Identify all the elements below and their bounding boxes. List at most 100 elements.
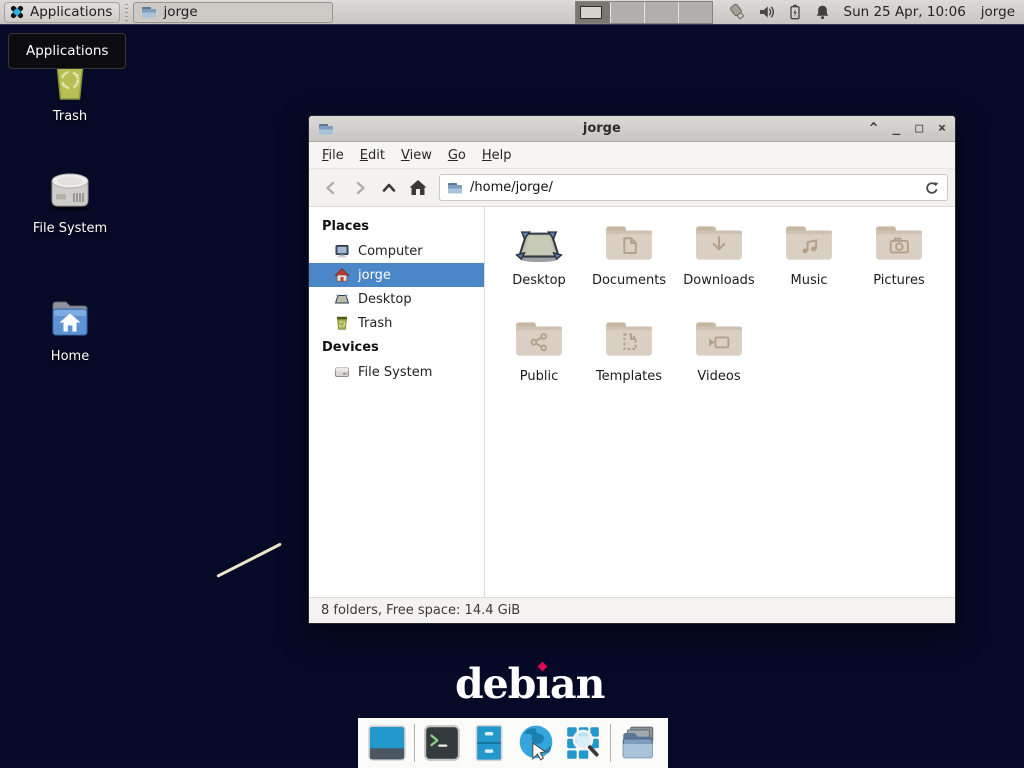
terminal-icon <box>422 723 462 763</box>
downloads-folder-icon <box>694 222 744 264</box>
debian-logo-text: an <box>550 660 604 708</box>
templates-folder-icon <box>604 318 654 360</box>
sidebar-item-desktop[interactable]: Desktop <box>309 287 484 311</box>
up-button[interactable] <box>374 174 403 202</box>
sidebar-item-trash[interactable]: Trash <box>309 311 484 335</box>
house-icon <box>334 267 350 283</box>
dock-folder-button[interactable] <box>618 723 658 763</box>
home-button[interactable] <box>403 174 432 202</box>
folder-label: Music <box>791 273 828 288</box>
pen-stroke-line <box>216 542 282 577</box>
workspace-window-thumb <box>580 6 602 19</box>
sidebar-item-label: Trash <box>358 316 392 331</box>
folder-item-videos[interactable]: Videos <box>674 318 764 414</box>
close-button[interactable]: × <box>938 122 946 135</box>
notification-bell-icon[interactable] <box>814 3 831 21</box>
user-menu[interactable]: jorge <box>981 4 1015 20</box>
workspace-3[interactable] <box>644 2 678 23</box>
sidebar-item-label: File System <box>358 365 432 380</box>
debian-logo: debıan <box>455 660 604 708</box>
statusbar: 8 folders, Free space: 14.4 GiB <box>309 597 955 623</box>
workspace-switcher[interactable] <box>575 1 713 24</box>
statusbar-text: 8 folders, Free space: 14.4 GiB <box>321 603 520 618</box>
folder-label: Public <box>520 369 558 384</box>
desktop-icon-label: Home <box>51 349 89 364</box>
back-button[interactable] <box>316 174 345 202</box>
applications-tooltip: Applications <box>8 33 126 69</box>
shade-button[interactable]: ^ <box>870 122 878 135</box>
workspace-1[interactable] <box>576 2 610 23</box>
folder-item-pictures[interactable]: Pictures <box>854 222 944 318</box>
titlebar[interactable]: jorge ^ _ □ × <box>309 116 955 142</box>
sidebar-item-computer[interactable]: Computer <box>309 239 484 263</box>
dock-terminal-button[interactable] <box>422 723 462 763</box>
folder-label: Desktop <box>512 273 566 288</box>
window-folder-icon <box>318 121 334 137</box>
applications-menu-label: Applications <box>30 4 112 20</box>
desktop-icon <box>334 291 350 307</box>
menu-file[interactable]: File <box>314 144 352 167</box>
desktop-icon-home[interactable]: Home <box>10 294 130 364</box>
home-folder-icon <box>46 294 94 342</box>
menu-go[interactable]: Go <box>440 144 474 167</box>
folder-label: Videos <box>697 369 740 384</box>
harddrive-icon <box>334 364 350 380</box>
dock-file-manager-button[interactable] <box>469 723 509 763</box>
path-bar[interactable]: /home/jorge/ <box>439 174 948 201</box>
workspace-2[interactable] <box>610 2 644 23</box>
folder-stack-icon <box>618 723 658 763</box>
menu-view[interactable]: View <box>393 144 440 167</box>
sidebar-item-label: Desktop <box>358 292 412 307</box>
file-manager-window: jorge ^ _ □ × File Edit View Go Help <box>308 115 956 624</box>
sidebar-item-label: jorge <box>358 268 391 283</box>
file-cabinet-icon <box>469 723 509 763</box>
desktop-icon-filesystem[interactable]: File System <box>10 164 130 236</box>
public-folder-icon <box>514 318 564 360</box>
window-controls: ^ _ □ × <box>870 122 946 135</box>
up-arrow-icon <box>380 179 398 197</box>
desktop-icon-label: File System <box>33 221 107 236</box>
system-tray <box>728 3 831 21</box>
home-icon <box>408 178 428 197</box>
menu-help[interactable]: Help <box>474 144 520 167</box>
xfce-logo-icon <box>9 4 25 20</box>
app-finder-icon <box>563 723 603 763</box>
documents-folder-icon <box>604 222 654 264</box>
panel-handle[interactable] <box>123 4 130 21</box>
menu-edit[interactable]: Edit <box>352 144 393 167</box>
folder-item-downloads[interactable]: Downloads <box>674 222 764 318</box>
dock-separator <box>610 724 611 762</box>
menubar: File Edit View Go Help <box>309 142 955 168</box>
folder-item-documents[interactable]: Documents <box>584 222 674 318</box>
minimize-button[interactable]: _ <box>893 122 901 135</box>
battery-icon[interactable] <box>787 3 803 21</box>
taskbar-window-button[interactable]: jorge <box>133 2 333 23</box>
volume-icon[interactable] <box>758 3 776 21</box>
dock-web-browser-button[interactable] <box>516 723 556 763</box>
folder-item-music[interactable]: Music <box>764 222 854 318</box>
toolbar: /home/jorge/ <box>309 168 955 207</box>
path-text[interactable]: /home/jorge/ <box>470 180 917 195</box>
dock-app-finder-button[interactable] <box>563 723 603 763</box>
sidebar-item-jorge[interactable]: jorge <box>309 263 484 287</box>
sidebar-devices-header: Devices <box>309 335 484 360</box>
window-body: Places Computer jorge <box>309 207 955 597</box>
reload-icon[interactable] <box>924 180 940 196</box>
folder-item-templates[interactable]: Templates <box>584 318 674 414</box>
workspace-4[interactable] <box>678 2 712 23</box>
clock[interactable]: Sun 25 Apr, 10:06 <box>844 4 966 20</box>
folder-item-desktop[interactable]: Desktop <box>494 222 584 318</box>
folder-item-public[interactable]: Public <box>494 318 584 414</box>
pictures-folder-icon <box>874 222 924 264</box>
input-device-icon[interactable] <box>728 3 747 21</box>
dock-show-desktop-button[interactable] <box>367 723 407 763</box>
window-title: jorge <box>334 121 870 136</box>
sidebar-item-filesystem[interactable]: File System <box>309 360 484 384</box>
sidebar: Places Computer jorge <box>309 207 485 597</box>
forward-button[interactable] <box>345 174 374 202</box>
applications-menu-button[interactable]: Applications <box>4 2 120 23</box>
globe-browser-icon <box>516 723 556 763</box>
debian-logo-text: deb <box>455 660 535 708</box>
maximize-button[interactable]: □ <box>915 122 923 135</box>
videos-folder-icon <box>694 318 744 360</box>
